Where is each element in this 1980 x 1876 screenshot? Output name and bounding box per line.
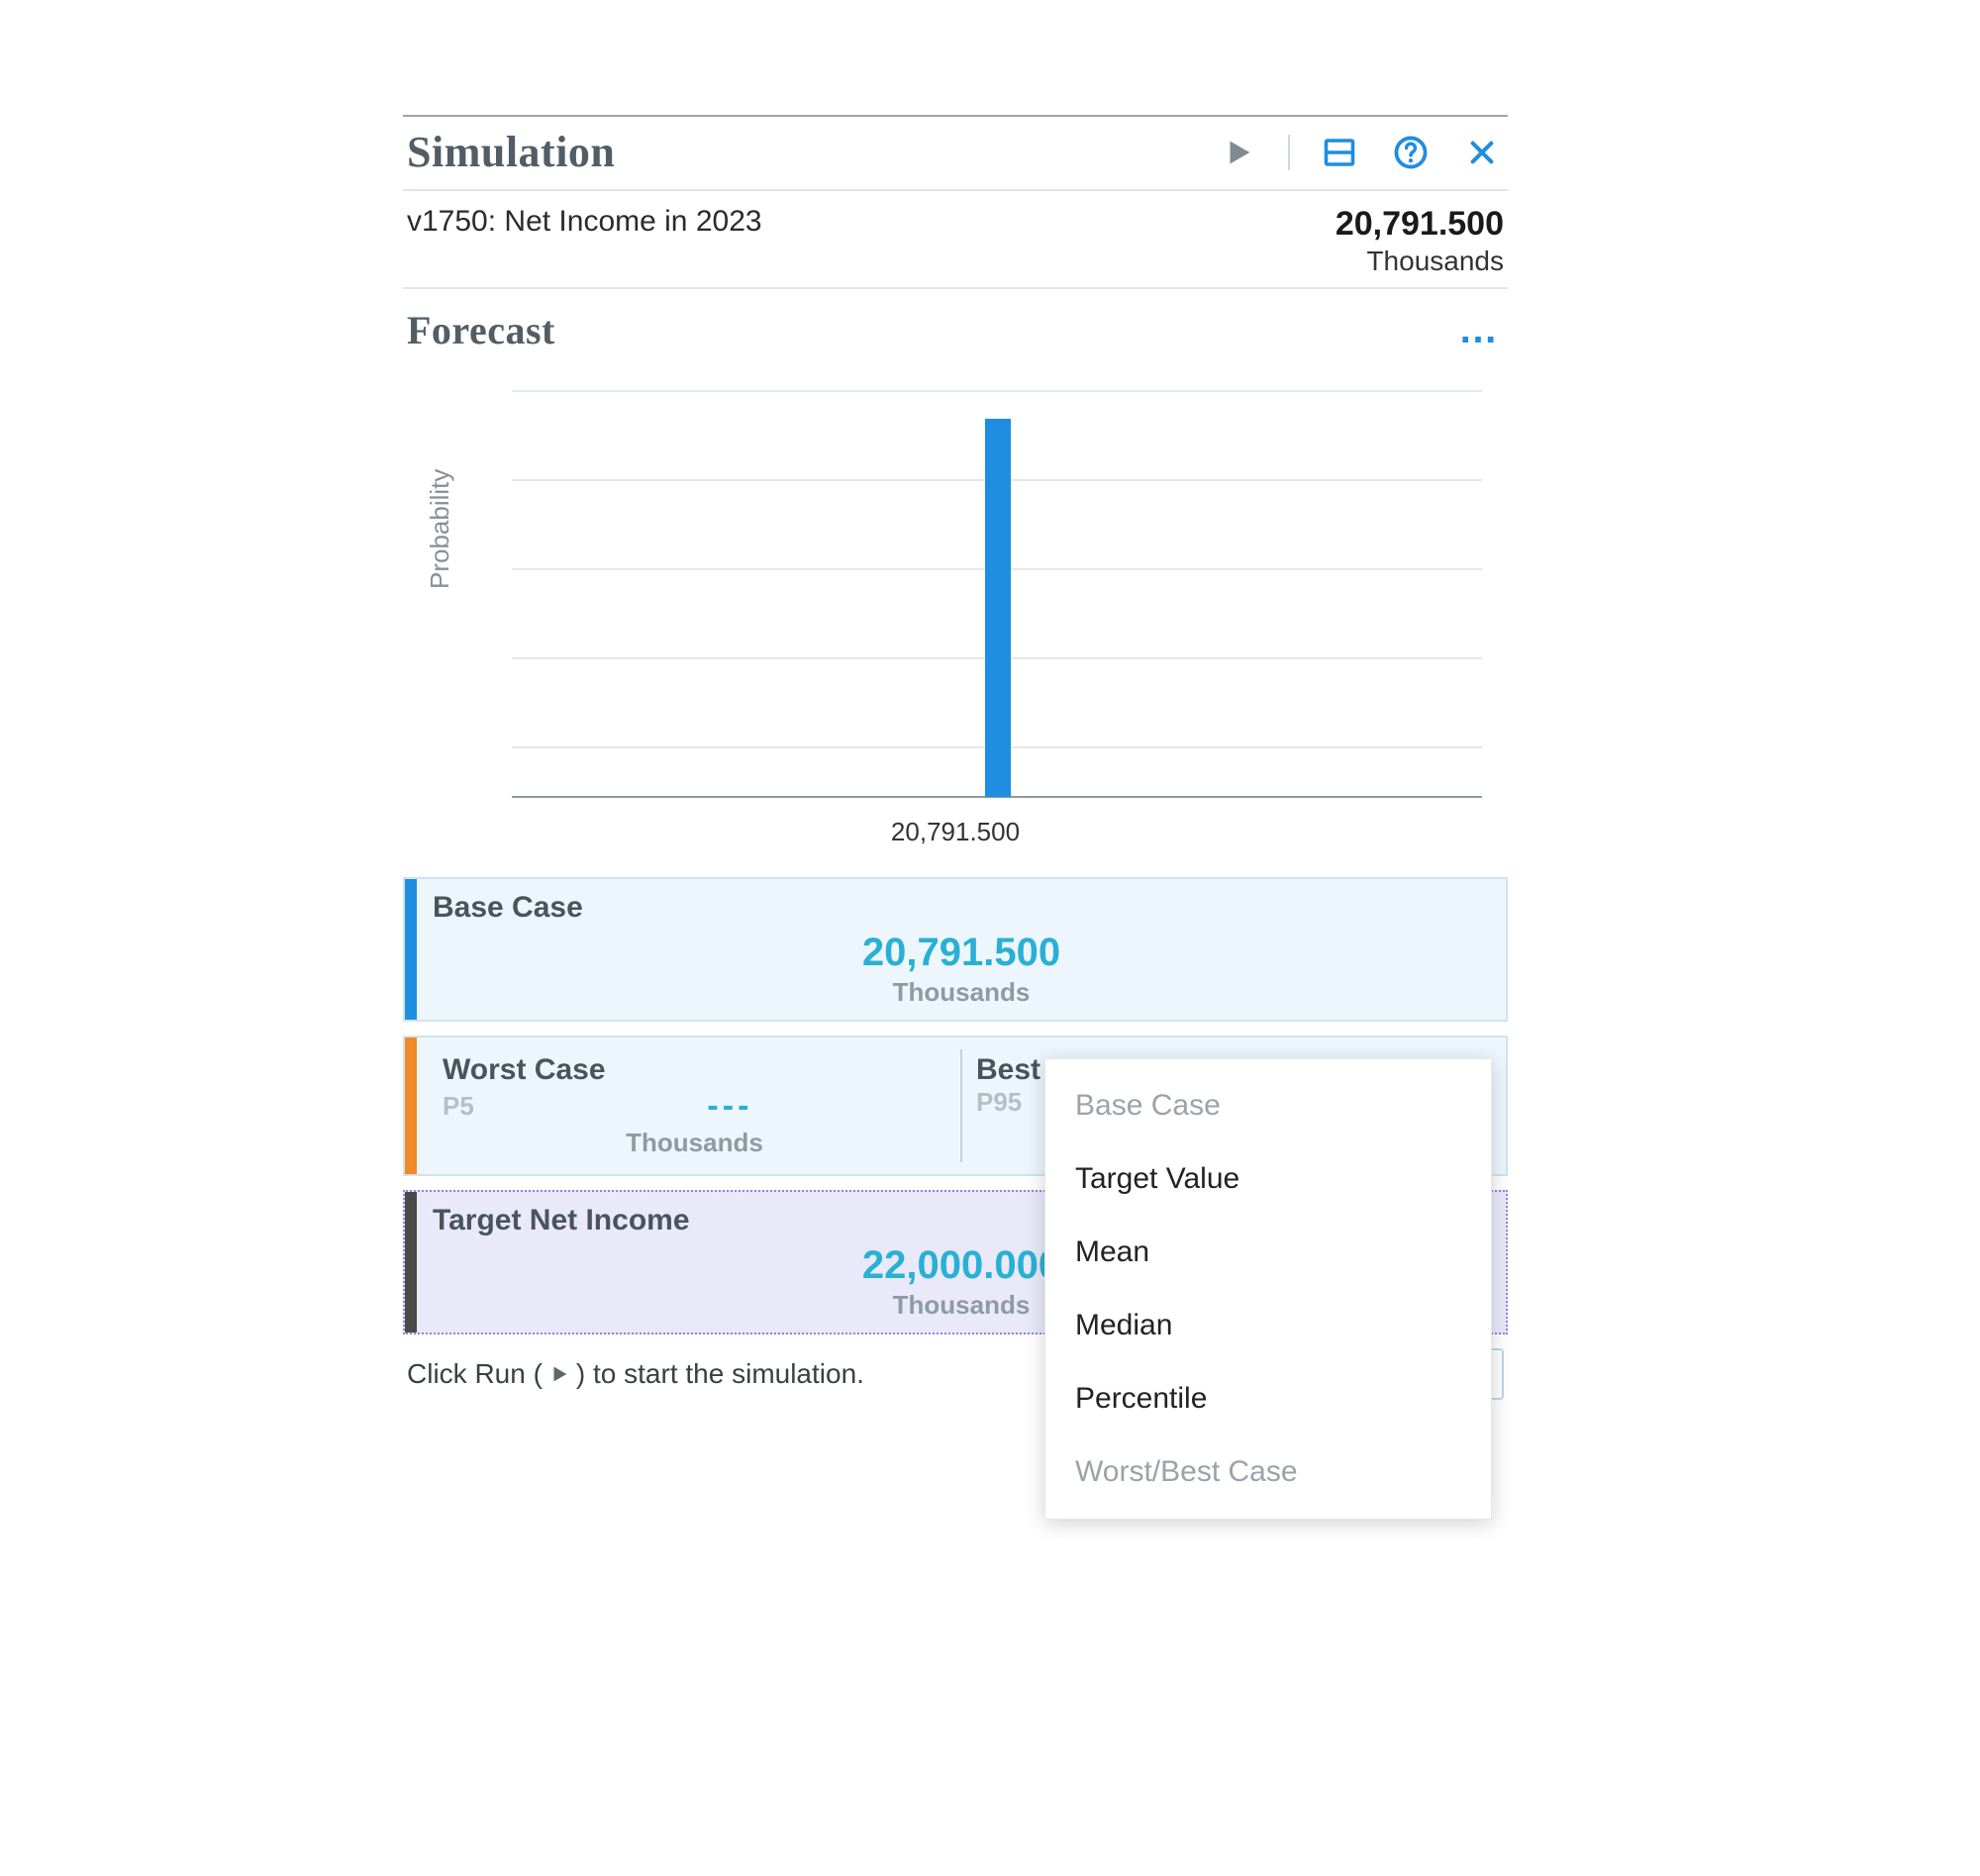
run-hint: Click Run ( ) to start the simulation. [407,1358,864,1390]
forecast-header: Forecast … [403,289,1508,365]
play-icon[interactable] [1217,131,1260,174]
menu-item-median[interactable]: Median [1045,1289,1491,1362]
menu-item-target-value[interactable]: Target Value [1045,1142,1491,1216]
vertical-separator [960,1049,962,1162]
menu-item-percentile[interactable]: Percentile [1045,1362,1491,1435]
close-icon[interactable] [1460,131,1504,174]
menu-item-base-case: Base Case [1045,1069,1491,1142]
card-title: Base Case [433,891,1490,925]
accent-bar [405,879,417,1020]
accent-bar [405,1037,417,1174]
metric-value: 20,791.500 [1336,205,1504,244]
worst-value: --- [514,1087,946,1126]
menu-item-worst-best: Worst/Best Case [1045,1435,1491,1509]
more-icon[interactable]: … [1458,308,1504,352]
menu-item-mean[interactable]: Mean [1045,1216,1491,1289]
add-metric-menu: Base Case Target Value Mean Median Perce… [1044,1058,1492,1520]
y-axis-label: Probability [425,469,455,589]
x-axis-tick: 20,791.500 [403,817,1508,847]
metric-right: 20,791.500 Thousands [1336,205,1504,277]
accent-bar [405,1192,417,1333]
divider [1288,135,1290,170]
chart-bar [985,419,1011,797]
worst-title: Worst Case [443,1053,946,1087]
panel-title: Simulation [407,127,615,177]
help-icon[interactable] [1389,131,1433,174]
card-unit: Thousands [433,977,1490,1008]
hint-post: ) to start the simulation. [576,1358,864,1390]
metric-unit: Thousands [1336,246,1504,277]
chart-svg [403,371,1508,807]
forecast-title: Forecast [407,307,555,353]
forecast-chart: Probability 20,791.500 [403,371,1508,847]
table-icon[interactable] [1318,131,1361,174]
hint-pre: Click Run ( [407,1358,543,1390]
metric-row: v1750: Net Income in 2023 20,791.500 Tho… [403,191,1508,287]
worst-unit: Thousands [443,1128,946,1158]
card-base-case[interactable]: Base Case 20,791.500 Thousands [403,877,1508,1022]
title-actions [1217,131,1504,174]
title-row: Simulation [403,117,1508,189]
play-icon-inline [548,1363,570,1385]
metric-label: v1750: Net Income in 2023 [407,205,762,239]
card-value: 20,791.500 [433,931,1490,975]
worst-percentile: P5 [443,1091,474,1122]
